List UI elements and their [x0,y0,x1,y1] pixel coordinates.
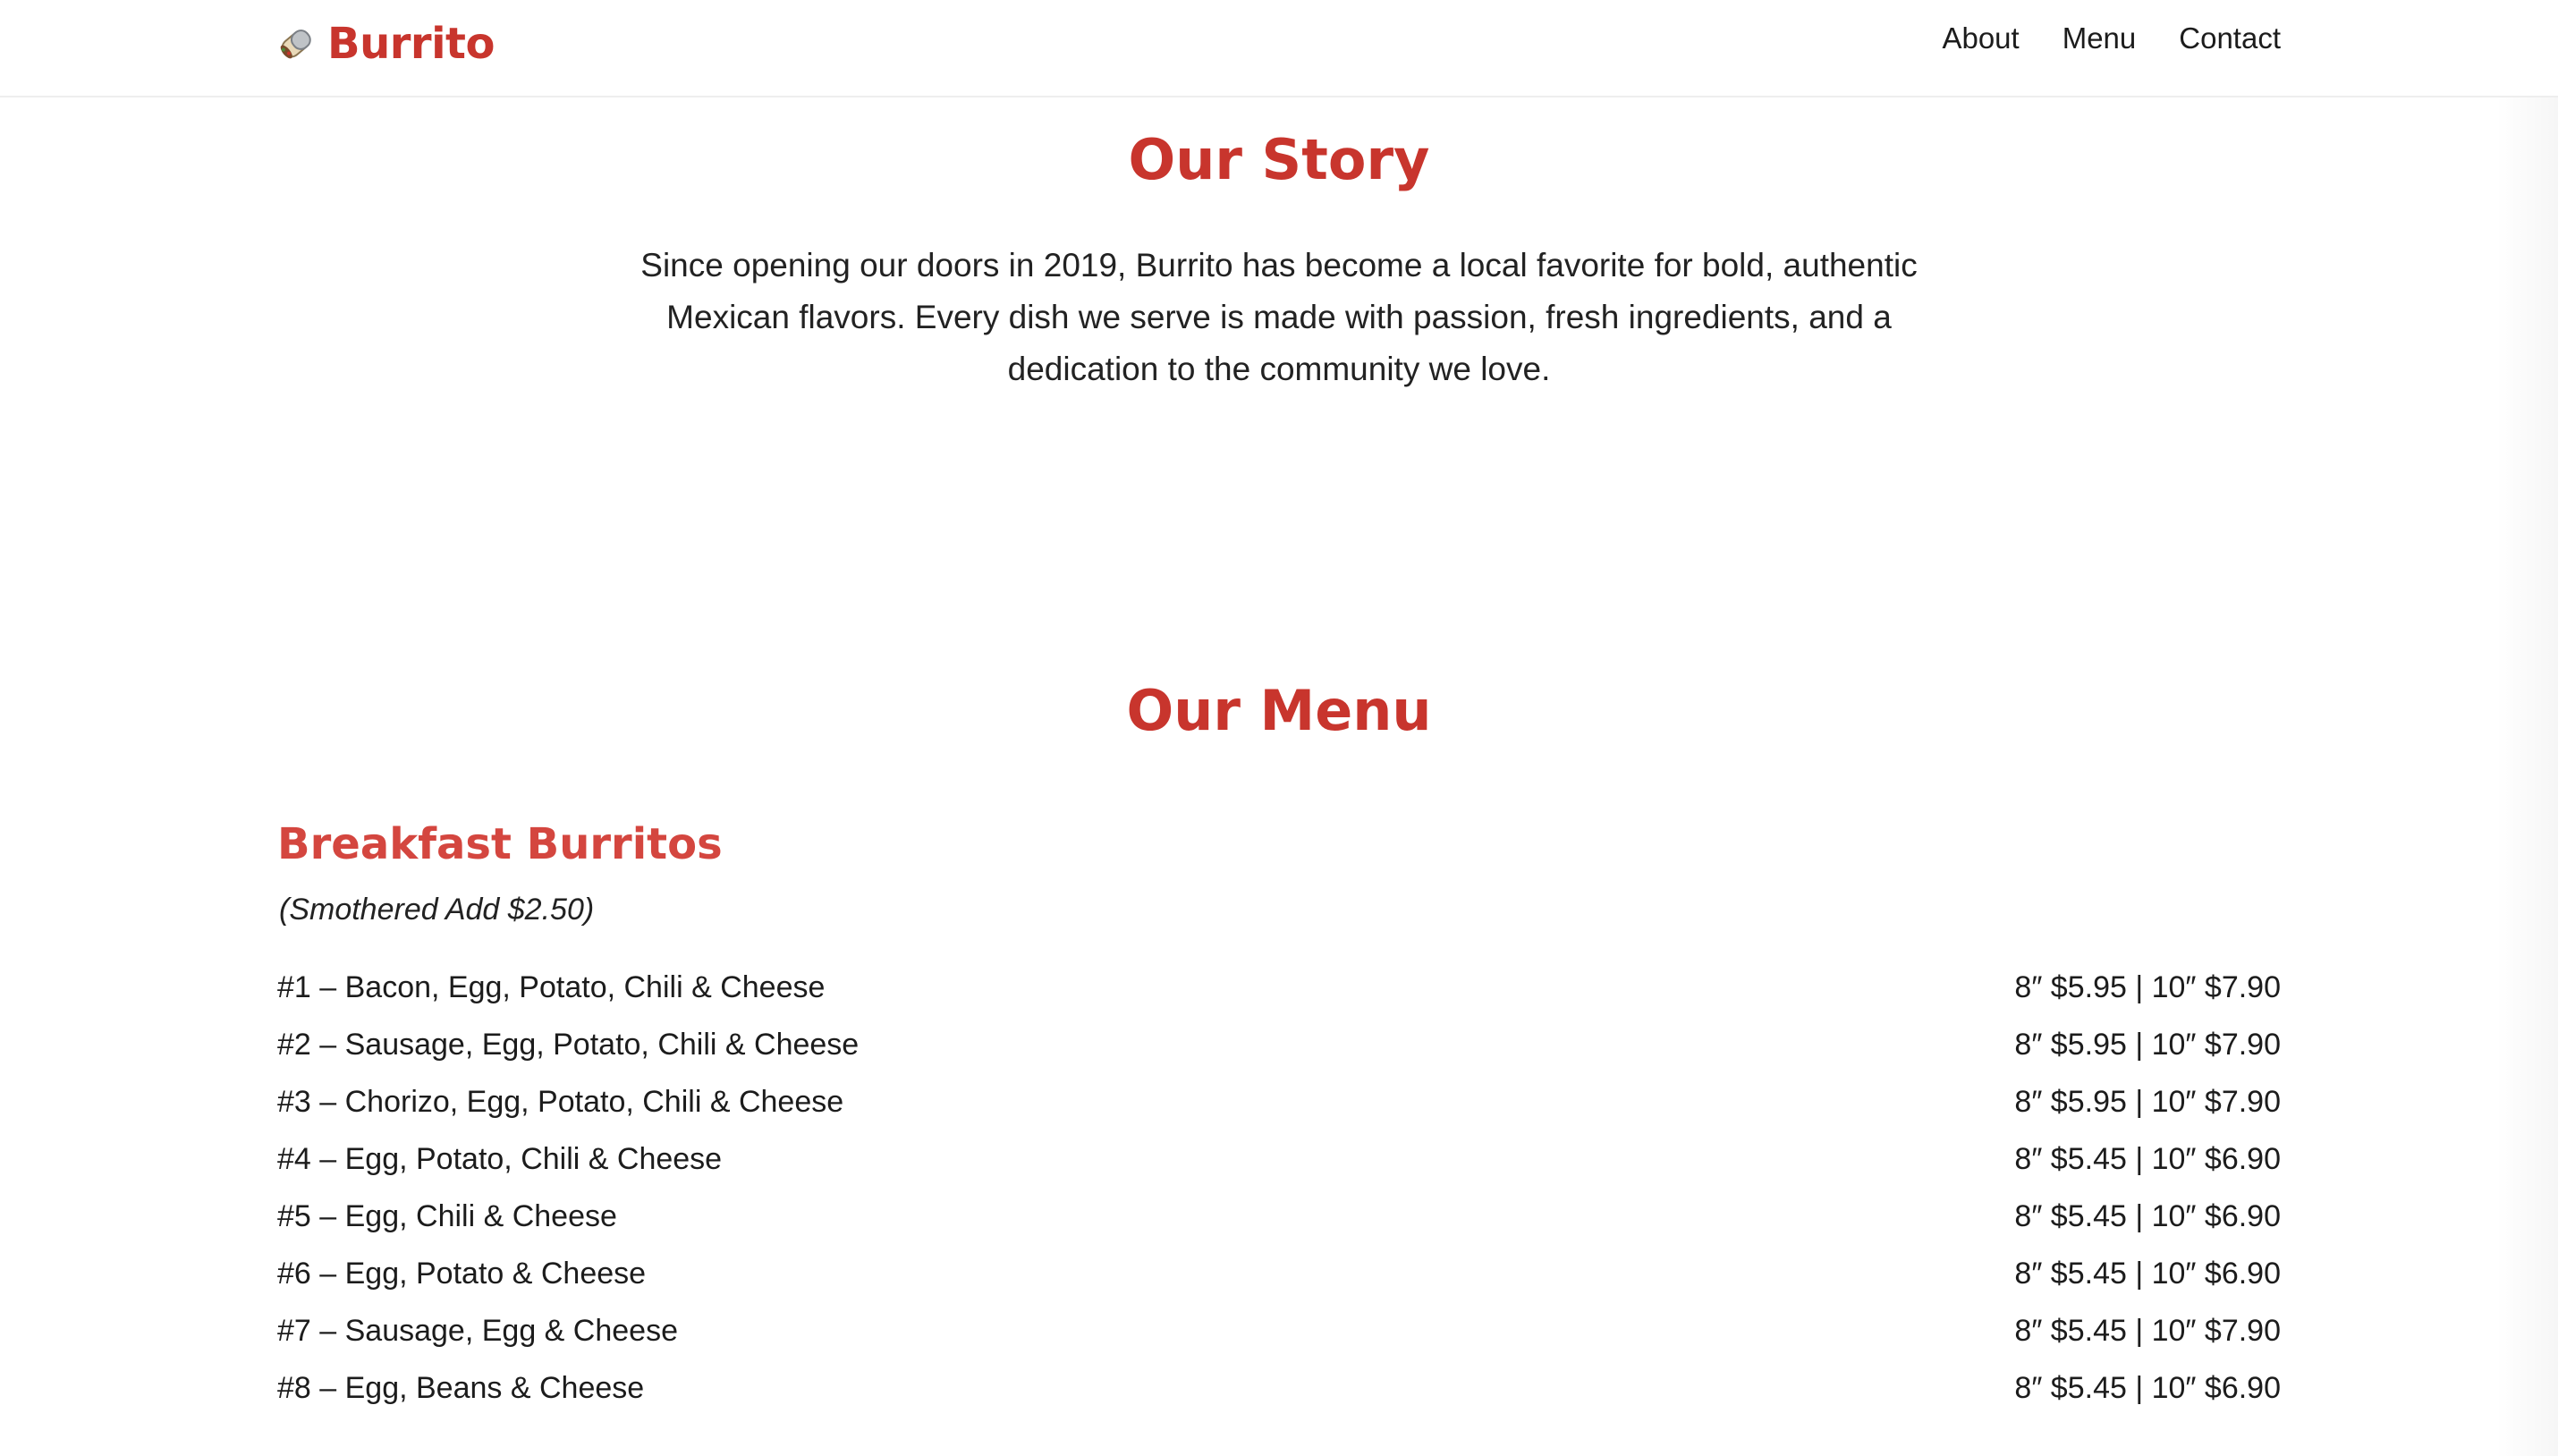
menu-item-price: 8″ $5.95 | 10″ $7.90 [2014,1084,2281,1119]
story-heading: Our Story [1128,127,1430,192]
smothered-note: (Smothered Add $2.50) [279,893,595,927]
menu-item: #4 – Egg, Potato, Chili & Cheese 8″ $5.4… [277,1130,2281,1188]
nav-link-about[interactable]: About [1942,21,2019,55]
breakfast-burritos-heading: Breakfast Burritos [277,819,723,869]
menu-item-price: 8″ $5.45 | 10″ $6.90 [2014,1198,2281,1233]
brand-logo-link[interactable]: Burrito [275,16,495,72]
menu-item-name: #8 – Egg, Beans & Cheese [277,1370,645,1405]
page: Burrito About Menu Contact Our Story Sin… [0,0,2558,1456]
menu-item-name: #2 – Sausage, Egg, Potato, Chili & Chees… [277,1027,860,1062]
menu-item: #7 – Sausage, Egg & Cheese 8″ $5.45 | 10… [277,1302,2281,1359]
menu-item: #2 – Sausage, Egg, Potato, Chili & Chees… [277,1016,2281,1073]
menu-item-price: 8″ $5.95 | 10″ $7.90 [2014,1027,2281,1062]
menu-item: #5 – Egg, Chili & Cheese 8″ $5.45 | 10″ … [277,1188,2281,1245]
menu-item-price: 8″ $5.95 | 10″ $7.90 [2014,969,2281,1004]
menu-item-name: #5 – Egg, Chili & Cheese [277,1198,617,1233]
brand-name: Burrito [327,19,495,69]
menu-item-name: #1 – Bacon, Egg, Potato, Chili & Cheese [277,969,826,1004]
menu-item-price: 8″ $5.45 | 10″ $6.90 [2014,1370,2281,1405]
menu-item-price: 8″ $5.45 | 10″ $6.90 [2014,1141,2281,1176]
menu-item-name: #7 – Sausage, Egg & Cheese [277,1313,678,1348]
nav-link-contact[interactable]: Contact [2179,21,2281,55]
burrito-icon [280,30,311,59]
menu-heading: Our Menu [1126,678,1432,743]
menu-item: #8 – Egg, Beans & Cheese 8″ $5.45 | 10″ … [277,1359,2281,1417]
menu-item-name: #3 – Chorizo, Egg, Potato, Chili & Chees… [277,1084,844,1119]
menu-item-name: #4 – Egg, Potato, Chili & Cheese [277,1141,723,1176]
menu-item-name: #6 – Egg, Potato & Cheese [277,1256,647,1291]
story-paragraph: Since opening our doors in 2019, Burrito… [640,247,1918,387]
breakfast-menu-list: #1 – Bacon, Egg, Potato, Chili & Cheese … [277,959,2281,1417]
menu-item-price: 8″ $5.45 | 10″ $6.90 [2014,1256,2281,1291]
site-header: Burrito About Menu Contact [0,0,2558,97]
menu-item-price: 8″ $5.45 | 10″ $7.90 [2014,1313,2281,1348]
menu-item: #1 – Bacon, Egg, Potato, Chili & Cheese … [277,959,2281,1016]
main-nav: About Menu Contact [1942,21,2281,55]
nav-link-menu[interactable]: Menu [2062,21,2137,55]
menu-item: #6 – Egg, Potato & Cheese 8″ $5.45 | 10″… [277,1245,2281,1302]
menu-item: #3 – Chorizo, Egg, Potato, Chili & Chees… [277,1073,2281,1130]
